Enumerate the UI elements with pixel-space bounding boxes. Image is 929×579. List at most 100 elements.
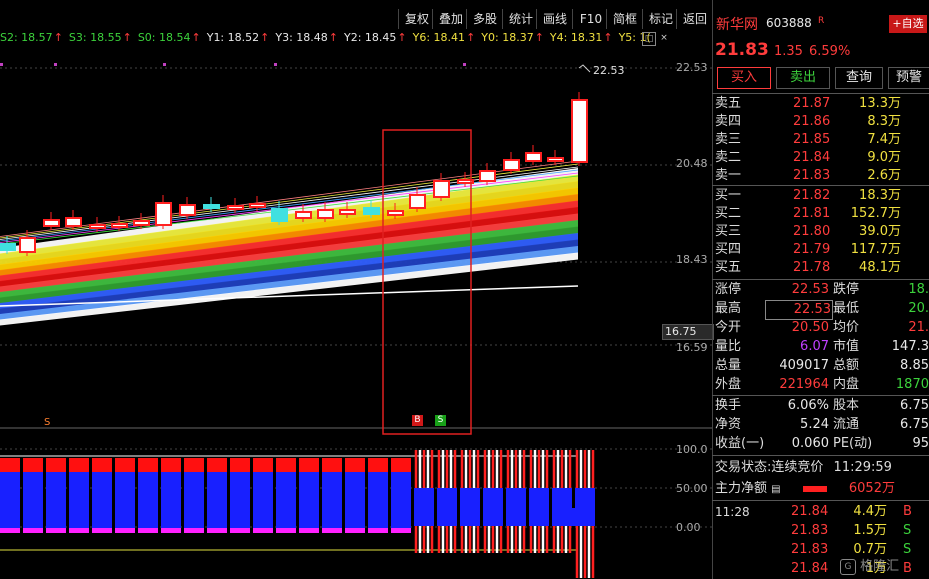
fund-label: PE(动) xyxy=(833,436,873,451)
orderbook-row[interactable]: 买四 21.79 117.7万 xyxy=(715,241,925,259)
indicator-bar-top xyxy=(230,458,250,472)
stat-value: 18. xyxy=(908,282,929,297)
indicator-bar-mid xyxy=(138,472,158,528)
ma-item: S2: 18.57 xyxy=(0,31,53,44)
level-label: 卖三 xyxy=(715,132,742,147)
indicator-bar-bottom xyxy=(391,528,411,533)
fund-value: 0.060 xyxy=(791,436,829,451)
draw-line-button[interactable]: 画线 xyxy=(536,9,573,29)
up-arrow-icon: ↑ xyxy=(534,31,544,44)
watermark-icon: G xyxy=(840,558,856,575)
fuquan-button[interactable]: 复权 xyxy=(398,9,435,29)
overlay-button[interactable]: 叠加 xyxy=(432,9,469,29)
fundamental-row: 收益(一) 0.060 PE(动) 95 xyxy=(715,435,929,453)
indicator-axis-100: 100.0 xyxy=(676,443,708,456)
level-volume: 7.4万 xyxy=(867,132,901,147)
f10-button[interactable]: F10 xyxy=(572,9,609,29)
indicator-bar-mid xyxy=(368,472,388,528)
indicator-bar-top xyxy=(345,458,365,472)
indicator-bar-mid xyxy=(414,488,434,526)
stat-label: 最高 xyxy=(715,301,742,316)
indicator-bar-mid xyxy=(460,488,480,526)
stat-label: 总额 xyxy=(833,358,860,373)
indicator-bar-mid xyxy=(345,472,365,528)
orderbook-row[interactable]: 卖二 21.84 9.0万 xyxy=(715,149,925,167)
orderbook-row[interactable]: 买三 21.80 39.0万 xyxy=(715,223,925,241)
sell-button[interactable]: 卖出 xyxy=(776,67,830,89)
indicator-bar-bottom xyxy=(276,528,296,533)
up-arrow-icon: ↑ xyxy=(53,31,63,44)
stat-value: 20. xyxy=(908,301,929,316)
indicator-bar-bottom xyxy=(138,528,158,533)
axis-price-mid: 20.48 xyxy=(676,157,708,170)
orderbook-row[interactable]: 买一 21.82 18.3万 xyxy=(715,187,925,205)
query-button[interactable]: 查询 xyxy=(835,67,883,89)
candle xyxy=(479,170,496,182)
indicator-bar-bottom xyxy=(0,528,20,533)
buy-button[interactable]: 买入 xyxy=(717,67,771,89)
indicator-bar-bottom xyxy=(253,528,273,533)
orderbook-row[interactable]: 买二 21.81 152.7万 xyxy=(715,205,925,223)
alert-button[interactable]: 预警 xyxy=(888,67,929,89)
indicator-bar-mid xyxy=(92,472,112,528)
level-volume: 117.7万 xyxy=(850,242,901,257)
orderbook-row[interactable]: 卖五 21.87 13.3万 xyxy=(715,95,925,113)
indicator-bar-top xyxy=(391,458,411,472)
indicator-bar-mid xyxy=(437,488,457,526)
indicator-bar-top xyxy=(138,458,158,472)
level-price: 21.78 xyxy=(793,260,831,275)
level-label: 卖二 xyxy=(715,150,742,165)
indicator-bar-mid xyxy=(161,472,181,528)
level-price: 21.84 xyxy=(793,150,831,165)
level-label: 买三 xyxy=(715,224,742,239)
candle xyxy=(155,202,172,226)
ma-legend: S2: 18.57↑ S3: 18.55↑ S0: 18.54↑ Y1: 18.52↑… xyxy=(0,31,660,47)
orderbook-row[interactable]: 卖一 21.83 2.6万 xyxy=(715,167,925,185)
simple-frame-button[interactable]: 简框 xyxy=(606,9,643,29)
add-watchlist-button[interactable]: +自选 xyxy=(889,15,927,33)
indicator-bar-top xyxy=(322,458,342,472)
indicator-bar-mid xyxy=(207,472,227,528)
level-volume: 48.1万 xyxy=(859,260,901,275)
multi-stock-button[interactable]: 多股 xyxy=(466,9,503,29)
main-flow-bar xyxy=(802,485,827,492)
orderbook-row[interactable]: 卖三 21.85 7.4万 xyxy=(715,131,925,149)
up-arrow-icon: ↑ xyxy=(122,31,132,44)
kline-chart[interactable] xyxy=(0,48,712,579)
s-marker: S xyxy=(44,417,51,428)
candle xyxy=(249,203,266,208)
indicator-bar-top xyxy=(207,458,227,472)
fundamental-row: 换手 6.06% 股本 6.75 xyxy=(715,397,929,415)
fund-value: 6.75 xyxy=(900,417,929,432)
candle xyxy=(203,204,220,209)
tick-price: 21.83 xyxy=(791,523,829,538)
stat-row: 外盘 221964 内盘 1870 xyxy=(715,376,929,394)
fund-value: 6.75 xyxy=(900,398,929,413)
mark-button[interactable]: 标记 xyxy=(642,9,679,29)
watermark-text: 格隆汇 xyxy=(860,559,900,574)
indicator-bar-mid xyxy=(46,472,66,528)
maximize-icon[interactable]: □ xyxy=(642,32,656,46)
statistics-button[interactable]: 统计 xyxy=(502,9,539,29)
indicator-bar-top xyxy=(92,458,112,472)
level-volume: 2.6万 xyxy=(867,168,901,183)
level-label: 卖四 xyxy=(715,114,742,129)
tick-price: 21.83 xyxy=(791,542,829,557)
fund-value: 5.24 xyxy=(800,417,829,432)
stock-code: 603888 xyxy=(766,16,812,30)
tick-row: 11:28 21.84 4.4万 B xyxy=(715,503,929,521)
stock-name: 新华网 xyxy=(716,17,758,33)
orderbook-row[interactable]: 卖四 21.86 8.3万 xyxy=(715,113,925,131)
candle xyxy=(525,152,542,162)
indicator-bar-mid xyxy=(230,472,250,528)
high-price-label: 22.53 xyxy=(593,64,625,77)
doc-icon[interactable]: ▤ xyxy=(771,484,780,495)
indicator-bar-mid xyxy=(572,508,588,526)
close-icon[interactable]: × xyxy=(659,32,669,44)
ma-item: Y3: 18.48 xyxy=(275,31,328,44)
candle xyxy=(571,99,588,163)
orderbook-row[interactable]: 买五 21.78 48.1万 xyxy=(715,259,925,277)
back-button[interactable]: 返回 xyxy=(676,9,713,29)
indicator-bar-top xyxy=(276,458,296,472)
trade-status-row: 交易状态:连续竞价 11:29:59 xyxy=(715,459,892,477)
